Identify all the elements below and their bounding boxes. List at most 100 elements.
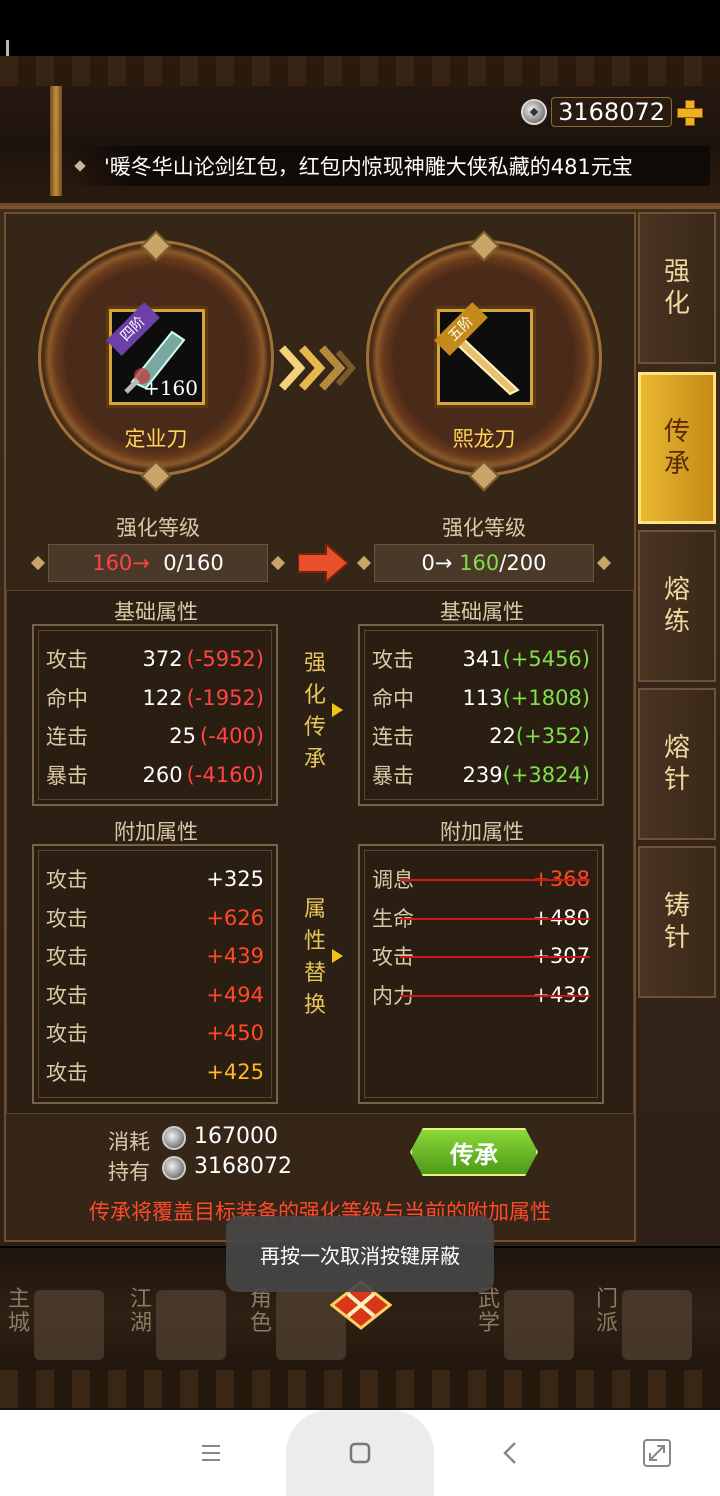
back-icon[interactable]: [494, 1436, 528, 1470]
attr-label: 暴击: [46, 763, 88, 788]
nav-building-icon: [34, 1290, 104, 1360]
base-attr-right: 攻击 341(+5456) 命中 113(+1808) 连击 22(+352) 暴击 239(…: [358, 624, 604, 806]
source-equip-circle[interactable]: 四阶 +160 定业刀: [38, 230, 274, 492]
nav-building-icon: [622, 1290, 692, 1360]
nav-label: 门派: [596, 1288, 618, 1336]
attr-value: 372 (-5952): [142, 647, 264, 671]
nav-label: 主城: [8, 1288, 30, 1336]
nav-label: 江湖: [130, 1288, 152, 1336]
attr-replace-label: 属性替换: [300, 894, 330, 1022]
attr-row: 暴击 239(+3824): [360, 756, 602, 795]
banner-pole: [50, 86, 62, 196]
attr-label: 攻击: [46, 648, 88, 673]
side-tab-char: 化: [663, 289, 690, 319]
marquee-text: '暖冬华山论剑红包，红包内惊现神雕大侠私藏的481元宝: [104, 155, 633, 179]
attr-value: +425: [206, 1059, 264, 1084]
nav-item[interactable]: 武学: [478, 1280, 588, 1370]
attr-row: 攻击 +425: [34, 1053, 276, 1092]
inherit-button[interactable]: 传承: [410, 1128, 538, 1176]
attr-number: 260: [142, 762, 183, 787]
strikethrough-line: [400, 956, 590, 958]
attr-value: 113(+1808): [462, 686, 590, 710]
attr-label: 攻击: [46, 1022, 88, 1047]
enhance-inherit-label: 强化传承: [300, 648, 330, 776]
vertical-char: 换: [303, 993, 326, 1018]
strikethrough-line: [400, 917, 590, 920]
marquee-dot-icon: [74, 160, 86, 172]
nav-item[interactable]: 江湖: [130, 1280, 240, 1370]
source-level-value: 0/160: [163, 551, 224, 575]
side-tab-char: 传: [663, 417, 690, 447]
vertical-char: 承: [303, 747, 326, 772]
attr-number: 372: [142, 647, 183, 672]
nav-label-char: 城: [8, 1311, 31, 1336]
source-level-title: 强化等级: [116, 516, 200, 540]
attr-number: 113: [462, 685, 503, 710]
attr-delta: (+3824): [502, 762, 590, 787]
silver-coin-icon: [162, 1156, 186, 1180]
attr-delta: (-1952): [186, 685, 264, 710]
strikethrough-line: [400, 994, 590, 997]
extra-attr-left: 攻击 +325 攻击 +626 攻击 +439 攻击 +494 攻击 +450 攻击 +425: [32, 844, 278, 1104]
attr-row: 命中 122 (-1952): [34, 679, 276, 718]
home-icon[interactable]: [343, 1436, 377, 1470]
nav-label-char: 学: [478, 1311, 501, 1336]
attr-delta: (-5952): [186, 647, 264, 672]
side-tab[interactable]: 强化: [638, 212, 716, 364]
attr-value: +626: [206, 905, 264, 930]
target-equip-slot[interactable]: 五阶: [434, 302, 533, 405]
attr-label: 攻击: [46, 983, 88, 1008]
side-tab[interactable]: 传承: [638, 372, 716, 524]
nav-label-char: 色: [250, 1311, 273, 1336]
attr-number: 239: [462, 762, 503, 787]
attr-value: +325: [206, 867, 264, 892]
side-tab-char: 针: [663, 923, 690, 953]
attr-label: 攻击: [46, 1060, 88, 1085]
attr-value: 22(+352): [489, 724, 590, 748]
currency-value: 3168072: [551, 97, 672, 127]
nav-item[interactable]: 主城: [8, 1280, 118, 1370]
play-arrow-icon: [332, 703, 343, 717]
nav-label-char: 江: [130, 1287, 153, 1312]
source-equip-slot[interactable]: 四阶 +160: [106, 302, 205, 405]
attr-label: 命中: [46, 686, 88, 711]
silver-coin-icon: [162, 1126, 186, 1150]
screen-expand-icon[interactable]: [640, 1436, 674, 1470]
vertical-char: 替: [303, 961, 326, 986]
add-currency-icon[interactable]: [676, 99, 703, 126]
target-equip-name: 熙龙刀: [452, 427, 516, 451]
nav-label-char: 派: [596, 1311, 619, 1336]
side-tab-char: 练: [663, 607, 690, 637]
target-level-mid: 160: [459, 551, 500, 575]
attr-value: 341(+5456): [462, 647, 590, 671]
consume-value: 167000: [194, 1124, 278, 1149]
target-equip-circle[interactable]: 五阶 熙龙刀: [366, 230, 602, 492]
attr-value: +439: [206, 944, 264, 969]
side-tab[interactable]: 熔练: [638, 530, 716, 682]
nav-label-char: 主: [8, 1287, 31, 1312]
attr-row: 攻击 +626: [34, 899, 276, 938]
nav-label: 武学: [478, 1288, 500, 1336]
vertical-char: 强: [303, 651, 326, 676]
attr-delta: (+5456): [502, 647, 590, 672]
extra-attr-title-right: 附加属性: [440, 820, 524, 844]
attr-row: 内力 +439: [360, 976, 602, 1015]
attr-number: 25: [169, 724, 196, 749]
attr-row: 攻击 372 (-5952): [34, 640, 276, 679]
vertical-char: 性: [303, 929, 326, 954]
menu-icon[interactable]: [194, 1436, 228, 1470]
nav-label-char: 门: [596, 1287, 619, 1312]
attr-label: 命中: [372, 686, 414, 711]
side-tab-char: 铸: [663, 891, 690, 921]
attr-label: 攻击: [46, 906, 88, 931]
side-tab[interactable]: 铸针: [638, 846, 716, 998]
attr-value: 122 (-1952): [142, 686, 264, 710]
attr-value: +450: [206, 1021, 264, 1046]
side-tabs: 强化传承熔练熔针铸针: [638, 212, 720, 1002]
attr-value: 25 (-400): [169, 724, 264, 748]
side-tab[interactable]: 熔针: [638, 688, 716, 840]
extra-attr-right: 调息 +368 生命 +480 攻击 +307 内力 +439: [358, 844, 604, 1104]
nav-item[interactable]: 门派: [596, 1280, 706, 1370]
transfer-arrows-icon: [279, 345, 356, 391]
attr-label: 连击: [372, 725, 414, 750]
